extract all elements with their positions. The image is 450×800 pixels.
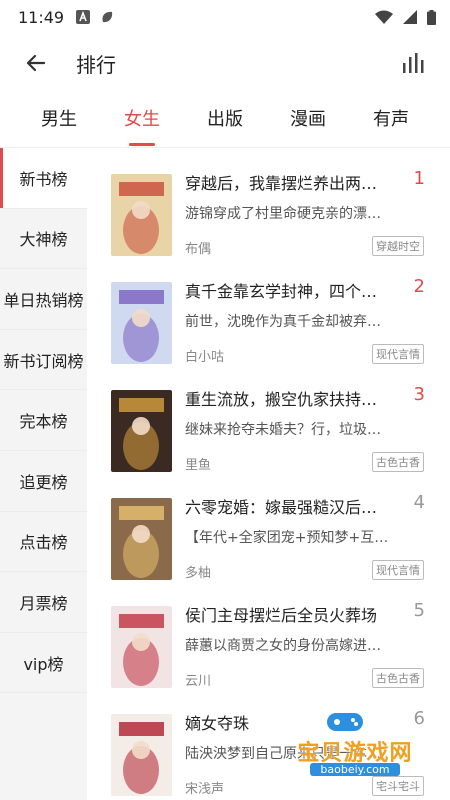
tab-male[interactable]: 男生 bbox=[24, 92, 94, 148]
book-description: 薛蕙以商贾之女的身份高嫁进… bbox=[185, 638, 381, 654]
status-bar: 11:49 bbox=[0, 0, 450, 34]
sidebar-item-clicks[interactable]: 点击榜 bbox=[0, 512, 87, 573]
book-cover bbox=[111, 606, 172, 688]
status-time: 11:49 bbox=[18, 7, 65, 27]
sidebar-item-new-books[interactable]: 新书榜 bbox=[0, 148, 87, 209]
book-author: 布偶 bbox=[185, 242, 212, 257]
status-notification-icons bbox=[76, 10, 114, 24]
sidebar-item-new-subscription[interactable]: 新书订阅榜 bbox=[0, 330, 87, 391]
ranking-sidebar: 新书榜 大神榜 单日热销榜 新书订阅榜 完本榜 追更榜 点击榜 月票榜 vip榜 bbox=[0, 148, 87, 800]
battery-icon bbox=[427, 9, 436, 25]
book-title: 侯门主母摆烂后全员火葬场 bbox=[185, 606, 378, 625]
book-rank: 5 bbox=[413, 600, 425, 621]
ranking-chart-button[interactable] bbox=[398, 47, 430, 79]
book-rank: 2 bbox=[413, 276, 425, 297]
sidebar-item-completed[interactable]: 完本榜 bbox=[0, 390, 87, 451]
site-watermark: 宝贝游戏网 baobeiy.com bbox=[290, 705, 440, 785]
book-cover bbox=[111, 282, 172, 364]
book-rank: 1 bbox=[413, 168, 425, 189]
list-item[interactable]: 六零宠婚：嫁最强糙汉后… 4 【年代+全家团宠+预知梦+互… 多柚 现代言情 bbox=[87, 472, 450, 581]
book-genre-tag: 现代言情 bbox=[372, 344, 424, 364]
tab-publishing[interactable]: 出版 bbox=[190, 92, 260, 148]
book-genre-tag: 古色古香 bbox=[372, 668, 424, 688]
sidebar-item-master[interactable]: 大神榜 bbox=[0, 209, 87, 270]
book-author: 白小咕 bbox=[185, 350, 225, 365]
sidebar-item-daily-bestseller[interactable]: 单日热销榜 bbox=[0, 269, 87, 330]
book-author: 云川 bbox=[185, 674, 212, 689]
list-item[interactable]: 真千金靠玄学封神，四个… 2 前世，沈晚作为真千金却被弃… 白小咕 现代言情 bbox=[87, 256, 450, 365]
book-title: 穿越后，我靠摆烂养出两… bbox=[185, 174, 378, 193]
book-author: 里鱼 bbox=[185, 458, 212, 473]
book-title: 六零宠婚：嫁最强糙汉后… bbox=[185, 498, 378, 517]
book-cover bbox=[111, 174, 172, 256]
book-genre-tag: 穿越时空 bbox=[372, 236, 424, 256]
book-description: 继妹来抢夺未婚夫？行，垃圾… bbox=[185, 422, 381, 438]
list-item[interactable]: 重生流放，搬空仇家扶持… 3 继妹来抢夺未婚夫？行，垃圾… 里鱼 古色古香 bbox=[87, 364, 450, 473]
category-tabs: 男生 女生 出版 漫画 有声 bbox=[0, 92, 450, 148]
book-genre-tag: 古色古香 bbox=[372, 452, 424, 472]
sidebar-item-vip[interactable]: vip榜 bbox=[0, 633, 87, 694]
app-a-icon bbox=[76, 10, 91, 24]
bar-chart-icon bbox=[403, 53, 424, 73]
book-author: 多柚 bbox=[185, 566, 212, 581]
book-title: 重生流放，搬空仇家扶持… bbox=[185, 390, 378, 409]
book-description: 前世，沈晚作为真千金却被弃… bbox=[185, 314, 381, 330]
wifi-icon bbox=[375, 10, 393, 24]
tab-female[interactable]: 女生 bbox=[107, 92, 177, 148]
status-system-icons bbox=[375, 9, 436, 25]
list-item[interactable]: 侯门主母摆烂后全员火葬场 5 薛蕙以商贾之女的身份高嫁进… 云川 古色古香 bbox=[87, 580, 450, 689]
book-author: 宋浅声 bbox=[185, 782, 225, 797]
book-list: 穿越后，我靠摆烂养出两… 1 游锦穿成了村里命硬克亲的漂… 布偶 穿越时空 真千… bbox=[87, 148, 450, 800]
list-item[interactable]: 穿越后，我靠摆烂养出两… 1 游锦穿成了村里命硬克亲的漂… 布偶 穿越时空 bbox=[87, 148, 450, 257]
watermark-url: baobeiy.com bbox=[310, 763, 400, 776]
gamepad-icon bbox=[327, 713, 363, 731]
book-title: 真千金靠玄学封神，四个… bbox=[185, 282, 378, 301]
back-button[interactable] bbox=[20, 47, 52, 79]
book-description: 【年代+全家团宠+预知梦+互… bbox=[185, 530, 389, 546]
book-rank: 3 bbox=[413, 384, 425, 405]
app-leaf-icon bbox=[102, 11, 113, 23]
book-rank: 4 bbox=[413, 492, 425, 513]
sidebar-item-following[interactable]: 追更榜 bbox=[0, 451, 87, 512]
signal-icon bbox=[403, 10, 417, 24]
book-description: 游锦穿成了村里命硬克亲的漂… bbox=[185, 206, 381, 222]
tab-comics[interactable]: 漫画 bbox=[273, 92, 343, 148]
book-cover bbox=[111, 714, 172, 796]
app-bar: 排行 bbox=[0, 34, 450, 92]
book-cover bbox=[111, 498, 172, 580]
sidebar-item-monthly-votes[interactable]: 月票榜 bbox=[0, 572, 87, 633]
page-title: 排行 bbox=[76, 52, 116, 77]
arrow-left-icon bbox=[26, 54, 46, 72]
tab-audio[interactable]: 有声 bbox=[356, 92, 426, 148]
book-cover bbox=[111, 390, 172, 472]
book-genre-tag: 现代言情 bbox=[372, 560, 424, 580]
